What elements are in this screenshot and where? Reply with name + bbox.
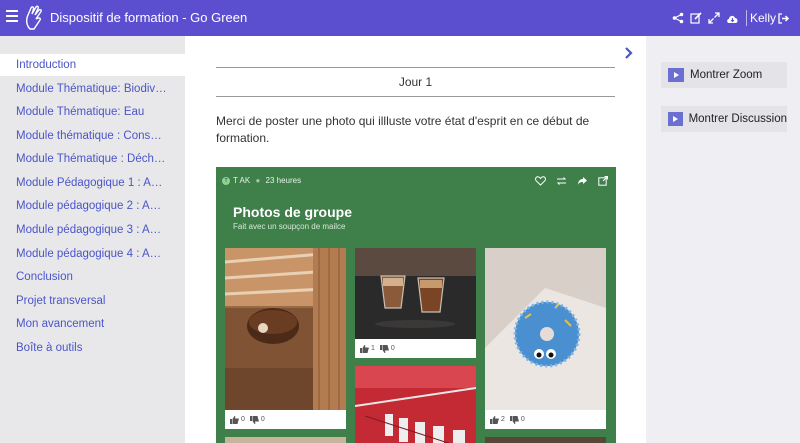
app-title: Dispositif de formation - Go Green (50, 10, 248, 25)
logout-icon[interactable] (778, 10, 792, 26)
heart-icon[interactable] (534, 175, 546, 187)
show-zoom-button[interactable]: Montrer Zoom (661, 62, 787, 88)
post-card[interactable] (355, 366, 476, 443)
sidebar-item-projet-transversal[interactable]: Projet transversal (0, 290, 185, 312)
menu-icon[interactable] (6, 10, 18, 24)
header-tools (670, 10, 753, 26)
open-external-icon[interactable] (597, 175, 609, 187)
post-photo-red-tables (355, 366, 476, 443)
hand-logo-icon[interactable] (24, 5, 44, 31)
edit-icon[interactable] (688, 10, 704, 26)
post-reactions: 0 0 (230, 415, 270, 425)
sidebar-item-mon-avancement[interactable]: Mon avancement (0, 313, 185, 335)
board-author: T AK ● 23 heures (233, 176, 302, 185)
show-zoom-label: Montrer Zoom (690, 69, 763, 81)
thumbs-down-icon[interactable] (509, 416, 519, 424)
author-avatar: T (222, 177, 230, 185)
post-reactions: 1 0 (360, 344, 400, 354)
board-actions (534, 175, 618, 187)
author-name: T AK (233, 176, 251, 185)
dislikes-count: 0 (260, 416, 265, 423)
share-icon[interactable] (670, 10, 686, 26)
show-discussion-label: Montrer Discussion (688, 113, 787, 125)
post-card[interactable]: 2 0 (485, 248, 606, 429)
post-card[interactable]: 1 0 (355, 248, 476, 358)
fullscreen-icon[interactable] (706, 10, 722, 26)
sidebar-item-conclusion[interactable]: Conclusion (0, 266, 185, 288)
board-subtitle: Fait avec un soupçon de mailce (233, 222, 346, 231)
chevron-right-icon[interactable] (622, 46, 636, 60)
post-reactions: 2 0 (490, 415, 530, 425)
post-card[interactable]: 0 0 (225, 248, 346, 429)
post-photo-glasses (355, 248, 476, 339)
top-bar: Dispositif de formation - Go Green Kelly (0, 0, 800, 36)
header-divider (746, 10, 747, 26)
sidebar-item-biodiversite[interactable]: Module Thématique: Biodiversité (0, 78, 185, 100)
padlet-board[interactable]: T T AK ● 23 heures Photos de groupe Fait… (216, 167, 616, 443)
sidebar: Introduction Module Thématique: Biodiver… (0, 36, 185, 443)
sidebar-item-pedagogique-4[interactable]: Module pédagogique 4 : Apprendre (0, 243, 185, 265)
board-title: Photos de groupe (233, 204, 352, 220)
post-card[interactable] (225, 437, 346, 443)
section-title: Jour 1 (216, 67, 615, 97)
post-time: 23 heures (265, 176, 302, 185)
sidebar-item-pedagogique-1[interactable]: Module Pédagogique 1 : Apprendre (0, 172, 185, 194)
cloud-download-icon[interactable] (724, 10, 740, 26)
thumbs-up-icon[interactable] (360, 345, 369, 353)
sidebar-item-introduction[interactable]: Introduction (0, 54, 185, 76)
sidebar-item-pedagogique-3[interactable]: Module pédagogique 3 : Apprendre (0, 219, 185, 241)
thumbs-up-icon[interactable] (490, 416, 499, 424)
post-card[interactable] (485, 437, 606, 443)
likes-count: 1 (371, 345, 375, 352)
sidebar-item-eau[interactable]: Module Thématique: Eau (0, 101, 185, 123)
remix-icon[interactable] (555, 175, 567, 187)
show-discussion-button[interactable]: Montrer Discussion (661, 106, 787, 132)
play-icon (668, 68, 684, 82)
thumbs-down-icon[interactable] (379, 345, 389, 353)
likes-count: 2 (501, 416, 505, 423)
thumbs-down-icon[interactable] (249, 416, 259, 424)
likes-count: 0 (241, 416, 245, 423)
main-content: Jour 1 Merci de poster une photo qui ill… (185, 36, 646, 443)
sidebar-item-pedagogique-2[interactable]: Module pédagogique 2 : Apprendre (0, 195, 185, 217)
post-photo-sauna (225, 248, 346, 410)
dislikes-count: 0 (520, 416, 525, 423)
description-text: Merci de poster une photo qui illluste v… (216, 114, 590, 145)
sidebar-item-dechets[interactable]: Module Thématique : Déchets (0, 148, 185, 170)
dislikes-count: 0 (390, 345, 395, 352)
post-photo-donut (485, 248, 606, 410)
share-arrow-icon[interactable] (576, 175, 588, 187)
user-name[interactable]: Kelly (750, 10, 776, 26)
thumbs-up-icon[interactable] (230, 416, 239, 424)
play-icon (668, 112, 683, 126)
right-panel: Montrer Zoom Montrer Discussion (646, 36, 800, 443)
sidebar-item-boite-a-outils[interactable]: Boîte à outils (0, 337, 185, 359)
sidebar-item-consommation[interactable]: Module thématique : Consommation (0, 125, 185, 147)
